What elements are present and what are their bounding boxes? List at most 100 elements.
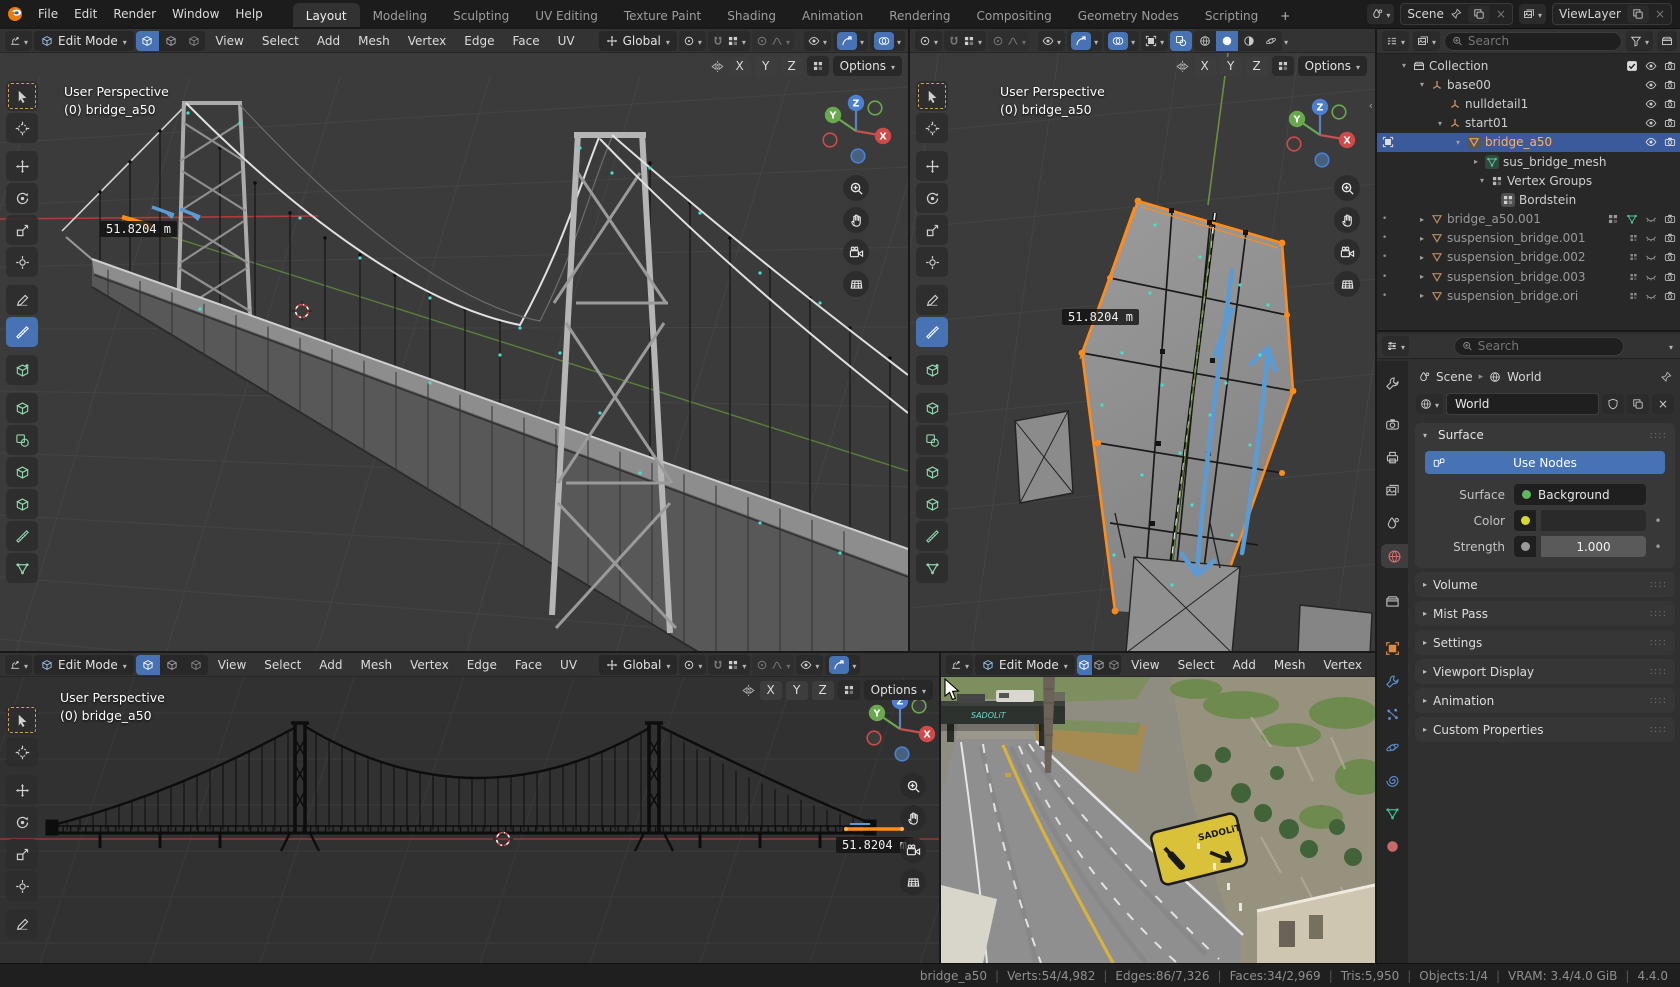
- tool-move[interactable]: [6, 775, 38, 805]
- tab-compositing[interactable]: Compositing: [963, 3, 1064, 29]
- snap-target-icon[interactable]: [727, 659, 739, 671]
- mirror-y-button[interactable]: Y: [755, 57, 777, 76]
- tab-modifiers[interactable]: [1377, 669, 1408, 693]
- pivot-point-dropdown[interactable]: [679, 655, 706, 675]
- select-mode-dropdown[interactable]: [1141, 31, 1168, 51]
- show-overlays-toggle[interactable]: [1104, 31, 1139, 51]
- tool-move[interactable]: [916, 151, 948, 181]
- menu-add[interactable]: Add: [1225, 658, 1264, 672]
- tool-scale[interactable]: [6, 839, 38, 869]
- menu-view[interactable]: View: [1123, 658, 1167, 672]
- xray-toggle[interactable]: [1170, 31, 1192, 51]
- show-overlays-toggle[interactable]: [870, 31, 905, 51]
- expand-chevron-icon[interactable]: ▸: [1417, 272, 1427, 281]
- tool-transform[interactable]: [916, 247, 948, 277]
- proportional-edit-cluster[interactable]: [752, 31, 794, 51]
- edge-select-icon[interactable]: [159, 31, 182, 51]
- properties-options-caret[interactable]: [1669, 339, 1673, 353]
- viewlayer-browse-icon[interactable]: [1519, 4, 1546, 24]
- expand-chevron-icon[interactable]: ▾: [1435, 119, 1445, 128]
- camera-view-icon[interactable]: [900, 837, 926, 863]
- tab-material[interactable]: [1377, 834, 1408, 858]
- viewport-display-panel-header[interactable]: ▸Viewport Display::::: [1415, 659, 1675, 684]
- viewport-canvas-rendered[interactable]: SADOLiT SADOLiT: [941, 677, 1375, 963]
- tab-animation[interactable]: Animation: [789, 3, 876, 29]
- pivot-point-dropdown[interactable]: [915, 31, 942, 51]
- camera-render-icon[interactable]: [1664, 290, 1676, 302]
- properties-display-dropdown[interactable]: [1382, 336, 1409, 356]
- outliner-scene-dropdown[interactable]: [1413, 31, 1440, 51]
- magnet-icon[interactable]: [712, 659, 724, 671]
- tool-transform[interactable]: [6, 247, 38, 277]
- eye-icon[interactable]: [1645, 60, 1657, 72]
- expand-chevron-icon[interactable]: ▸: [1417, 215, 1427, 224]
- outliner-row-start01[interactable]: ▾ start01: [1377, 114, 1680, 133]
- tool-move[interactable]: [6, 151, 38, 181]
- tab-rendering[interactable]: Rendering: [876, 3, 963, 29]
- options-dropdown[interactable]: Options: [1298, 56, 1367, 76]
- navigation-gizmo[interactable]: [818, 91, 894, 167]
- eye-closed-icon[interactable]: [1645, 232, 1657, 244]
- tool-measure[interactable]: [6, 317, 38, 347]
- tab-modeling[interactable]: Modeling: [360, 3, 441, 29]
- expand-chevron-icon[interactable]: ▸: [1417, 253, 1427, 262]
- eye-closed-icon[interactable]: [1645, 271, 1657, 283]
- drag-handle-icon[interactable]: ::::: [1650, 666, 1667, 677]
- edge-select-icon[interactable]: [1092, 655, 1107, 675]
- expand-chevron-icon[interactable]: ▸: [1417, 234, 1427, 243]
- menu-vertex[interactable]: Vertex: [402, 658, 457, 672]
- outliner-row-bridge-a50-active[interactable]: ▾ bridge_a50: [1377, 133, 1680, 152]
- color-swatch-field[interactable]: [1541, 510, 1646, 531]
- eye-closed-icon[interactable]: [1645, 290, 1657, 302]
- mode-dropdown[interactable]: Edit Mode: [975, 655, 1075, 675]
- surface-panel-header[interactable]: ▾ Surface ::::: [1415, 423, 1675, 447]
- outliner-row-suspension-bridge-001[interactable]: • ▸ suspension_bridge.001: [1377, 229, 1680, 248]
- mirror-x-button[interactable]: X: [729, 57, 751, 76]
- tool-knife[interactable]: [916, 521, 948, 551]
- camera-render-icon[interactable]: [1664, 213, 1676, 225]
- viewport-canvas-3d[interactable]: X Y Z Options: [0, 53, 910, 653]
- outliner-row-nulldetail1[interactable]: nulldetail1: [1377, 94, 1680, 113]
- breadcrumb-world[interactable]: World: [1507, 370, 1541, 384]
- menu-mesh[interactable]: Mesh: [350, 34, 398, 48]
- tool-annotate[interactable]: [6, 909, 38, 939]
- show-gizmo-toggle[interactable]: [1067, 31, 1102, 51]
- new-world-copy-button[interactable]: [1627, 394, 1649, 414]
- proportional-circle-icon[interactable]: [756, 35, 768, 47]
- mode-dropdown[interactable]: Edit Mode: [34, 31, 134, 51]
- tab-layout[interactable]: Layout: [293, 3, 360, 29]
- custom-properties-panel-header[interactable]: ▸Custom Properties::::: [1415, 717, 1675, 742]
- tool-knife[interactable]: [6, 521, 38, 551]
- mirror-y-button[interactable]: Y: [1220, 57, 1242, 76]
- show-object-types-dropdown[interactable]: [1038, 31, 1065, 51]
- show-gizmo-toggle[interactable]: [825, 655, 860, 675]
- magnet-icon[interactable]: [948, 35, 960, 47]
- face-select-icon[interactable]: [184, 655, 208, 675]
- outliner-row-base00[interactable]: ▾ base00: [1377, 75, 1680, 94]
- camera-render-icon[interactable]: [1664, 136, 1676, 148]
- new-scene-button[interactable]: [1468, 5, 1490, 23]
- blender-logo-icon[interactable]: [0, 5, 30, 23]
- tool-rotate[interactable]: [916, 183, 948, 213]
- show-object-types-dropdown[interactable]: [804, 31, 831, 51]
- tool-inset-faces[interactable]: [916, 425, 948, 455]
- menu-view[interactable]: View: [207, 34, 251, 48]
- tab-scripting[interactable]: Scripting: [1192, 3, 1271, 29]
- snap-widget-icon[interactable]: [1272, 56, 1294, 76]
- tool-cursor[interactable]: [6, 737, 38, 767]
- menu-vertex[interactable]: Vertex: [1315, 658, 1370, 672]
- strength-socket[interactable]: [1514, 536, 1536, 557]
- mirror-z-button[interactable]: Z: [812, 681, 834, 700]
- magnet-icon[interactable]: [712, 35, 724, 47]
- camera-render-icon[interactable]: [1664, 60, 1676, 72]
- transform-orientation-dropdown[interactable]: Global: [599, 655, 677, 675]
- visibility-eye-icon[interactable]: [800, 659, 812, 671]
- tool-annotate[interactable]: [916, 285, 948, 315]
- pin-icon[interactable]: [1450, 8, 1462, 20]
- pan-hand-icon[interactable]: [900, 805, 926, 831]
- new-viewlayer-button[interactable]: [1627, 5, 1649, 23]
- animate-decorator-icon[interactable]: [1651, 540, 1665, 554]
- tool-extrude-region[interactable]: [6, 393, 38, 423]
- tab-uv-editing[interactable]: UV Editing: [522, 3, 611, 29]
- tool-loop-cut[interactable]: [916, 489, 948, 519]
